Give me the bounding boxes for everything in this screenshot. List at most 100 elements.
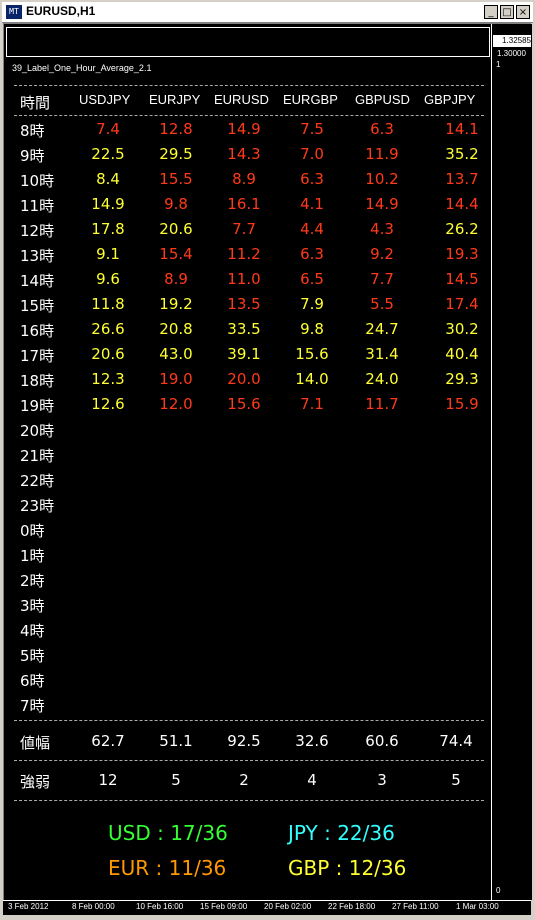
range-value: 51.1 [159, 732, 193, 750]
table-cell: 33.5 [227, 320, 261, 338]
hour-label: 8時 [20, 122, 45, 140]
range-label: 値幅 [20, 734, 51, 752]
current-price-tag: 1.32585 [493, 35, 531, 47]
divider [14, 800, 484, 801]
chart-window-icon: MT [6, 5, 22, 19]
price-axis-label: 1.30000 [497, 49, 526, 58]
hour-label: 16時 [20, 322, 55, 340]
table-cell: 43.0 [159, 345, 193, 363]
main-chart-subwindow[interactable] [6, 27, 490, 57]
table-cell: 17.8 [91, 220, 125, 238]
table-cell: 14.4 [445, 195, 479, 213]
hour-label: 20時 [20, 422, 55, 440]
price-axis[interactable] [491, 24, 532, 900]
table-cell: 7.7 [232, 220, 256, 238]
table-cell: 26.2 [445, 220, 479, 238]
divider [14, 720, 484, 721]
table-cell: 40.4 [445, 345, 479, 363]
hour-label: 4時 [20, 622, 45, 640]
range-value: 62.7 [91, 732, 125, 750]
usd-strength: USD : 17/36 [108, 821, 228, 845]
time-axis-label: 20 Feb 02:00 [264, 902, 312, 911]
table-cell: 12.8 [159, 120, 193, 138]
table-cell: 10.2 [365, 170, 399, 188]
table-cell: 11.0 [227, 270, 261, 288]
column-header: EURGBP [283, 92, 338, 107]
jpy-strength: JPY : 22/36 [288, 821, 395, 845]
table-cell: 22.5 [91, 145, 125, 163]
table-cell: 29.5 [159, 145, 193, 163]
table-cell: 14.9 [91, 195, 125, 213]
table-cell: 20.0 [227, 370, 261, 388]
table-cell: 14.9 [365, 195, 399, 213]
time-axis-label: 10 Feb 16:00 [136, 902, 184, 911]
column-header: USDJPY [79, 92, 131, 107]
time-axis-label: 27 Feb 11:00 [392, 902, 439, 911]
table-cell: 12.6 [91, 395, 125, 413]
hour-label: 3時 [20, 597, 45, 615]
table-cell: 24.0 [365, 370, 399, 388]
table-cell: 7.0 [300, 145, 324, 163]
table-cell: 24.7 [365, 320, 399, 338]
hour-label: 1時 [20, 547, 45, 565]
time-axis-label: 22 Feb 18:00 [328, 902, 376, 911]
title-bar: MT EURUSD,H1 _ □ × [2, 2, 533, 23]
maximize-button[interactable]: □ [500, 5, 514, 19]
table-cell: 8.4 [96, 170, 120, 188]
range-value: 74.4 [439, 732, 473, 750]
hour-label: 6時 [20, 672, 45, 690]
table-cell: 20.6 [159, 220, 193, 238]
hour-label: 11時 [20, 197, 55, 215]
table-cell: 14.5 [445, 270, 479, 288]
table-cell: 39.1 [227, 345, 261, 363]
table-cell: 12.0 [159, 395, 193, 413]
table-cell: 9.6 [96, 270, 120, 288]
table-cell: 31.4 [365, 345, 399, 363]
table-cell: 11.9 [365, 145, 399, 163]
time-axis-label: 1 Mar 03:00 [456, 902, 499, 911]
strength-rank: 5 [171, 771, 181, 789]
table-cell: 15.9 [445, 395, 479, 413]
divider [14, 760, 484, 761]
range-value: 92.5 [227, 732, 261, 750]
table-cell: 15.5 [159, 170, 193, 188]
table-cell: 9.1 [96, 245, 120, 263]
table-cell: 6.3 [300, 170, 324, 188]
hour-label: 18時 [20, 372, 55, 390]
table-cell: 26.6 [91, 320, 125, 338]
hour-label: 7時 [20, 697, 45, 715]
time-axis-label: 8 Feb 00:00 [72, 902, 115, 911]
hour-label: 0時 [20, 522, 45, 540]
table-cell: 11.7 [365, 395, 399, 413]
strength-rank: 12 [98, 771, 118, 789]
strength-rank: 5 [451, 771, 461, 789]
table-cell: 4.3 [370, 220, 394, 238]
table-cell: 7.9 [300, 295, 324, 313]
table-cell: 19.3 [445, 245, 479, 263]
hour-label: 15時 [20, 297, 55, 315]
hour-label: 10時 [20, 172, 55, 190]
table-cell: 12.3 [91, 370, 125, 388]
table-cell: 20.8 [159, 320, 193, 338]
table-cell: 14.9 [227, 120, 261, 138]
minimize-button[interactable]: _ [484, 5, 498, 19]
table-cell: 17.4 [445, 295, 479, 313]
table-cell: 6.5 [300, 270, 324, 288]
table-cell: 14.0 [295, 370, 329, 388]
table-cell: 15.6 [295, 345, 329, 363]
table-cell: 19.0 [159, 370, 193, 388]
strength-rank: 3 [377, 771, 387, 789]
hour-label: 19時 [20, 397, 55, 415]
table-cell: 14.1 [445, 120, 479, 138]
hour-label: 12時 [20, 222, 55, 240]
hour-label: 5時 [20, 647, 45, 665]
table-cell: 19.2 [159, 295, 193, 313]
window-title: EURUSD,H1 [26, 4, 96, 18]
table-cell: 6.3 [370, 120, 394, 138]
hour-label: 23時 [20, 497, 55, 515]
table-cell: 16.1 [227, 195, 261, 213]
table-cell: 11.8 [91, 295, 125, 313]
close-button[interactable]: × [516, 5, 530, 19]
indicator-name: 39_Label_One_Hour_Average_2.1 [12, 63, 152, 73]
table-cell: 13.5 [227, 295, 261, 313]
